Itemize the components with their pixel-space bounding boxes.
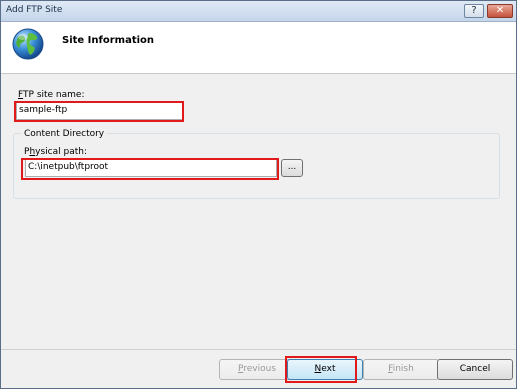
next-button[interactable]: Next	[287, 359, 363, 380]
browse-button[interactable]: ...	[281, 159, 303, 177]
footer-divider	[1, 349, 516, 350]
finish-button[interactable]: Finish	[363, 359, 439, 380]
content-directory-label: Content Directory	[21, 129, 108, 139]
cancel-button[interactable]: Cancel	[437, 359, 513, 380]
help-button[interactable]: ?	[464, 4, 484, 18]
page-title: Site Information	[62, 35, 155, 46]
site-name-label: FTP site name:	[18, 90, 85, 100]
close-button[interactable]: ✕	[487, 4, 513, 18]
globe-icon	[12, 28, 44, 60]
site-name-input[interactable]: sample-ftp	[16, 102, 184, 120]
window-title: Add FTP Site	[6, 5, 63, 15]
previous-button[interactable]: Previous	[219, 359, 295, 380]
wizard-header: Site Information	[1, 22, 516, 74]
title-bar[interactable]: Add FTP Site ? ✕	[1, 1, 516, 22]
physical-path-label: Physical path:	[24, 147, 87, 157]
physical-path-input[interactable]: C:\inetpub\ftproot	[25, 159, 277, 177]
add-ftp-site-dialog: Add FTP Site ? ✕ Site Information FTP si…	[0, 0, 517, 389]
